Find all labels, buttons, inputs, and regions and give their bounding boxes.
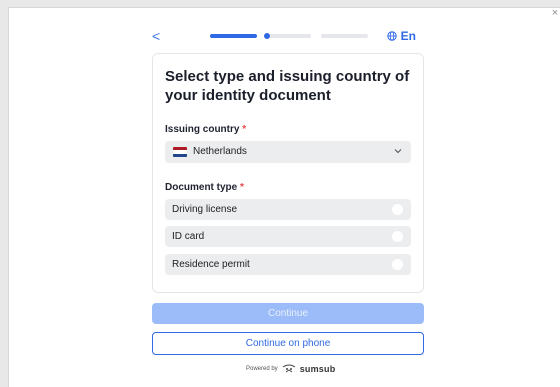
document-type-label: Document type * <box>165 182 244 193</box>
document-type-label-text: Document type <box>165 182 238 193</box>
option-residence-permit[interactable]: Residence permit <box>165 254 411 275</box>
netherlands-flag-icon <box>173 147 187 157</box>
issuing-country-value: Netherlands <box>193 146 247 157</box>
brand-name: sumsub <box>299 364 336 374</box>
progress-step-3 <box>321 34 368 38</box>
powered-by-text: Powered by <box>246 366 278 372</box>
issuing-country-label: Issuing country * <box>165 124 246 135</box>
sumsub-logo-icon <box>282 364 295 372</box>
language-selector[interactable]: En <box>386 26 416 46</box>
progress-step-2 <box>264 34 311 38</box>
required-mark: * <box>240 182 244 193</box>
continue-on-phone-button[interactable]: Continue on phone <box>152 332 424 355</box>
radio-button[interactable] <box>392 231 403 242</box>
radio-button[interactable] <box>392 204 403 215</box>
option-label: Residence permit <box>172 259 250 270</box>
step-progress <box>210 33 368 39</box>
radio-button[interactable] <box>392 259 403 270</box>
progress-step-1 <box>210 34 257 38</box>
chevron-down-icon <box>394 149 402 154</box>
page-title: Select type and issuing country of your … <box>165 68 410 104</box>
powered-by-footer: Powered by sumsub <box>246 363 335 375</box>
required-mark: * <box>242 124 247 135</box>
continue-button[interactable]: Continue <box>152 303 424 324</box>
back-button[interactable]: < <box>152 26 172 46</box>
header: < En <box>152 26 424 46</box>
issuing-country-select[interactable]: Netherlands <box>165 141 411 163</box>
language-label: En <box>400 29 416 43</box>
close-button[interactable]: × <box>549 6 560 20</box>
issuing-country-label-text: Issuing country <box>165 124 240 135</box>
option-label: ID card <box>172 231 205 242</box>
option-id-card[interactable]: ID card <box>165 226 411 247</box>
progress-current-dot <box>264 33 270 39</box>
option-label: Driving license <box>172 204 238 215</box>
document-selection-card: Select type and issuing country of your … <box>152 53 424 293</box>
option-driving-license[interactable]: Driving license <box>165 199 411 220</box>
globe-icon <box>386 31 397 41</box>
